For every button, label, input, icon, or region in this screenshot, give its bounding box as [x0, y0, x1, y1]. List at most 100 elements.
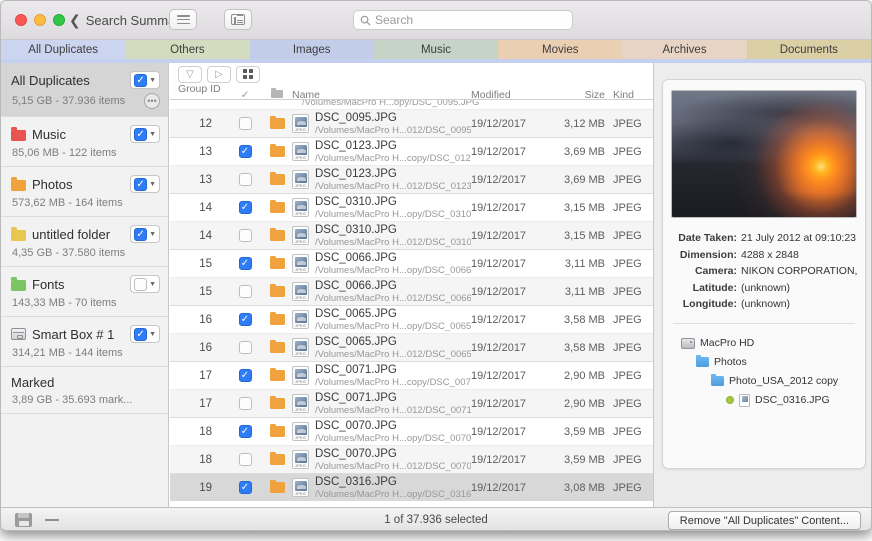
sidebar-item-smart-box-1[interactable]: Smart Box # 1 ✓ ▼ 314,21 MB - 144 items: [1, 317, 168, 367]
include-checkbox-control[interactable]: ✓ ▼: [130, 125, 160, 143]
row-checkbox[interactable]: [238, 285, 252, 298]
chevron-down-icon[interactable]: ▼: [149, 181, 156, 188]
checkbox-icon[interactable]: ✓: [134, 127, 148, 141]
folder-icon[interactable]: [269, 339, 285, 353]
row-checkbox[interactable]: ✓: [238, 313, 252, 326]
folder-icon[interactable]: [269, 395, 285, 409]
folder-icon[interactable]: [269, 255, 285, 269]
filter-collapse-button[interactable]: ▽: [178, 65, 202, 83]
tree-item[interactable]: Photo_USA_2012 copy: [671, 372, 857, 391]
table-row[interactable]: 15 JPEG DSC_0066.JPG/Volumes/MacPro H...01…: [170, 277, 653, 305]
chevron-down-icon[interactable]: ▼: [149, 231, 156, 238]
tree-item[interactable]: MacPro HD: [671, 334, 857, 353]
detail-view-button[interactable]: [224, 9, 252, 30]
tab-music[interactable]: Music: [373, 40, 499, 59]
sidebar-item-detail: 143,33 MB - 70 items: [12, 297, 117, 309]
row-checkbox[interactable]: ✓: [238, 369, 252, 382]
row-checkbox[interactable]: ✓: [238, 201, 252, 214]
table-row[interactable]: 12 JPEG DSC_0095.JPG/Volumes/MacPro H...01…: [170, 109, 653, 137]
tab-archives[interactable]: Archives: [622, 40, 747, 59]
row-checkbox[interactable]: ✓: [238, 145, 252, 158]
cell-file-name: DSC_0071.JPG: [315, 391, 397, 404]
include-checkbox-control[interactable]: ▼: [130, 275, 160, 293]
table-row[interactable]: 16 ✓ JPEG DSC_0065.JPG/Volumes/MacPro H...o…: [170, 305, 653, 333]
include-checkbox-control[interactable]: ✓ ▼: [130, 175, 160, 193]
sidebar-item-photos[interactable]: Photos ✓ ▼ 573,62 MB - 164 items: [1, 167, 168, 217]
row-checkbox[interactable]: [238, 229, 252, 242]
folder-icon[interactable]: [269, 199, 285, 213]
table-row[interactable]: 19 ✓ JPEG DSC_0316.JPG/Volumes/MacPro H...o…: [170, 473, 653, 501]
checkbox-icon[interactable]: [134, 277, 148, 291]
table-row[interactable]: 18 JPEG DSC_0070.JPG/Volumes/MacPro H...01…: [170, 445, 653, 473]
tab-movies[interactable]: Movies: [498, 40, 623, 59]
cell-file-path: /Volumes/MacPro H...012/DSC_0071.JPG: [315, 404, 471, 416]
row-checkbox[interactable]: ✓: [238, 257, 252, 270]
folder-icon[interactable]: [269, 479, 285, 493]
search-field[interactable]: [353, 10, 573, 30]
metadata-row: Latitude: (unknown): [671, 280, 857, 297]
folder-icon[interactable]: [269, 227, 285, 241]
row-checkbox[interactable]: [238, 397, 252, 410]
tree-item[interactable]: Photos: [671, 353, 857, 372]
folder-icon[interactable]: [269, 367, 285, 381]
cell-group-id: 16: [199, 341, 212, 354]
row-checkbox[interactable]: [238, 453, 252, 466]
chevron-down-icon[interactable]: ▼: [149, 331, 156, 338]
sidebar-item-fonts[interactable]: Fonts ▼ 143,33 MB - 70 items: [1, 267, 168, 317]
table-row[interactable]: 17 ✓ JPEG DSC_0071.JPG/Volumes/MacPro H...c…: [170, 361, 653, 389]
sidebar-item-marked[interactable]: Marked 3,89 GB - 35.693 mark...: [1, 367, 168, 414]
folder-icon[interactable]: [269, 423, 285, 437]
include-checkbox-control[interactable]: ✓ ▼: [130, 325, 160, 343]
row-checkbox[interactable]: ✓: [238, 425, 252, 438]
table-row[interactable]: 18 ✓ JPEG DSC_0070.JPG/Volumes/MacPro H...o…: [170, 417, 653, 445]
chevron-down-icon[interactable]: ▼: [149, 131, 156, 138]
minimize-window-button[interactable]: [34, 14, 46, 26]
tree-item-label: Photos: [714, 355, 747, 368]
include-checkbox-control[interactable]: ✓ ▼: [130, 225, 160, 243]
folder-icon[interactable]: [269, 143, 285, 157]
tab-all-duplicates[interactable]: All Duplicates: [1, 40, 126, 59]
checkbox-icon[interactable]: ✓: [134, 327, 148, 341]
tab-documents[interactable]: Documents: [746, 40, 871, 59]
table-row[interactable]: 13 ✓ JPEG DSC_0123.JPG/Volumes/MacPro H...c…: [170, 137, 653, 165]
search-input[interactable]: [375, 13, 566, 27]
grid-view-button[interactable]: [236, 65, 260, 83]
checkbox-icon[interactable]: ✓: [134, 177, 148, 191]
row-checkbox[interactable]: [238, 173, 252, 186]
sidebar-item-untitled-folder[interactable]: untitled folder ✓ ▼ 4,35 GB - 37.580 items: [1, 217, 168, 267]
tree-item[interactable]: DSC_0316.JPG: [671, 391, 857, 410]
zoom-window-button[interactable]: [53, 14, 65, 26]
table-row[interactable]: 13 JPEG DSC_0123.JPG/Volumes/MacPro H...01…: [170, 165, 653, 193]
remove-duplicates-button[interactable]: Remove "All Duplicates" Content...: [667, 511, 861, 530]
folder-icon[interactable]: [269, 283, 285, 297]
more-options-button[interactable]: •••: [144, 93, 160, 109]
tab-others[interactable]: Others: [125, 40, 250, 59]
clipped-table-row[interactable]: /Volumes/MacPro H...opy/DSC_0095.JPG: [170, 100, 653, 109]
table-row[interactable]: 14 ✓ JPEG DSC_0310.JPG/Volumes/MacPro H...o…: [170, 193, 653, 221]
table-row[interactable]: 16 JPEG DSC_0065.JPG/Volumes/MacPro H...01…: [170, 333, 653, 361]
row-checkbox[interactable]: ✓: [238, 481, 252, 494]
checkbox-icon[interactable]: ✓: [134, 227, 148, 241]
sidebar-item-all-duplicates[interactable]: All Duplicates ✓ ▼ 5,15 GB - 37.936 items ••…: [1, 63, 168, 117]
row-checkbox[interactable]: [238, 341, 252, 354]
checkbox-icon[interactable]: ✓: [134, 73, 148, 87]
close-window-button[interactable]: [15, 14, 27, 26]
table-row[interactable]: 14 JPEG DSC_0310.JPG/Volumes/MacPro H...01…: [170, 221, 653, 249]
folder-icon[interactable]: [269, 171, 285, 185]
include-checkbox-control[interactable]: ✓ ▼: [130, 71, 160, 89]
table-row[interactable]: 15 ✓ JPEG DSC_0066.JPG/Volumes/MacPro H...o…: [170, 249, 653, 277]
folder-icon[interactable]: [269, 451, 285, 465]
row-checkbox[interactable]: [238, 117, 252, 130]
list-view-button[interactable]: [169, 9, 197, 30]
table-row[interactable]: 17 JPEG DSC_0071.JPG/Volumes/MacPro H...01…: [170, 389, 653, 417]
chevron-down-icon[interactable]: ▼: [149, 281, 156, 288]
sidebar-item-music[interactable]: Music ✓ ▼ 85,06 MB - 122 items: [1, 117, 168, 167]
cell-group-id: 13: [199, 173, 212, 186]
folder-icon[interactable]: [269, 311, 285, 325]
filter-expand-button[interactable]: ▷: [207, 65, 231, 83]
folder-icon[interactable]: [269, 115, 285, 129]
jpeg-file-icon: JPEG: [292, 394, 309, 413]
cell-group-id: 15: [199, 257, 212, 270]
chevron-down-icon[interactable]: ▼: [149, 77, 156, 84]
tab-images[interactable]: Images: [249, 40, 374, 59]
